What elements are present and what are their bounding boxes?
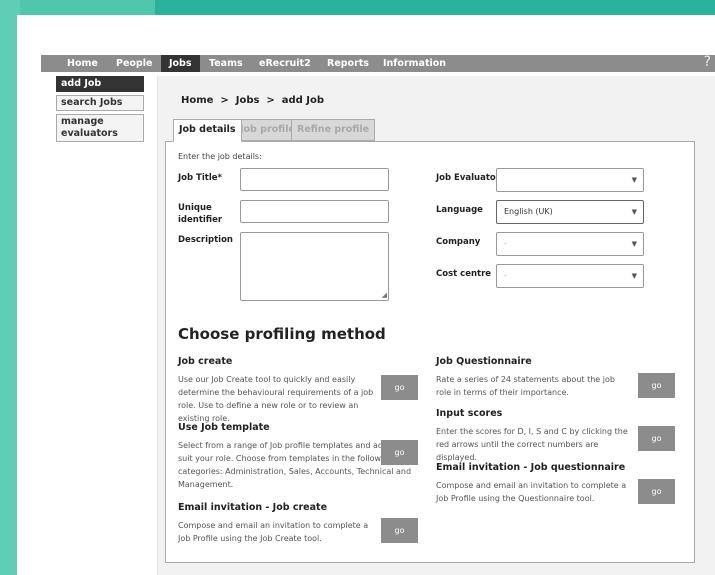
tab-job-details[interactable]: Job details	[173, 119, 242, 142]
language-label: Language	[436, 205, 483, 215]
top-nav: Home People Jobs Teams eRecruit2 Reports…	[41, 52, 715, 72]
chevron-down-icon: ▼	[631, 240, 637, 248]
method-title-job-create: Job create	[178, 356, 233, 367]
go-button-job-questionnaire[interactable]: go	[638, 373, 675, 398]
unique-identifier-label: Unique identifier	[178, 203, 223, 225]
tab-refine-profile[interactable]: Refine profile	[291, 119, 376, 141]
sidebar: add Job search Jobs manage evaluators	[56, 76, 144, 145]
go-button-job-template[interactable]: go	[381, 440, 418, 465]
description-textarea[interactable]: ◢	[240, 232, 389, 301]
profiling-heading: Choose profiling method	[178, 325, 386, 343]
company-label: Company	[436, 237, 481, 247]
job-title-input[interactable]	[240, 168, 389, 191]
nav-jobs[interactable]: Jobs	[161, 55, 200, 72]
cost-centre-select[interactable]: - ▼	[496, 264, 644, 288]
sidebar-item-manage-evaluators[interactable]: manage evaluators	[56, 114, 144, 142]
method-title-job-template: Use Job template	[178, 422, 270, 433]
help-icon[interactable]: ?	[704, 52, 711, 72]
method-title-email-questionnaire: Email invitation - Job questionnaire	[436, 462, 626, 473]
nav-reports[interactable]: Reports	[327, 55, 369, 72]
description-label: Description	[178, 235, 233, 245]
cost-centre-label: Cost centre	[436, 269, 492, 279]
go-button-input-scores[interactable]: go	[638, 426, 675, 451]
company-value: -	[504, 239, 507, 248]
breadcrumb: Home > Jobs > add Job	[181, 95, 325, 106]
nav-information[interactable]: Information	[383, 55, 446, 72]
form-intro: Enter the job details:	[178, 152, 262, 161]
method-desc-job-create: Use our Job Create tool to quickly and e…	[178, 375, 374, 423]
job-evaluator-select[interactable]: ▼	[496, 168, 644, 192]
nav-teams[interactable]: Teams	[209, 55, 243, 72]
nav-erecruit2[interactable]: eRecruit2	[259, 55, 311, 72]
method-desc-email-job-create: Compose and email an invitation to compl…	[178, 521, 369, 543]
language-select[interactable]: English (UK) ▼	[496, 200, 644, 224]
method-desc-email-questionnaire: Compose and email an invitation to compl…	[436, 481, 627, 503]
cost-centre-value: -	[504, 271, 507, 280]
language-value: English (UK)	[504, 207, 553, 216]
go-button-job-create[interactable]: go	[381, 375, 418, 400]
sidebar-item-add-job[interactable]: add Job	[56, 76, 144, 92]
nav-people[interactable]: People	[116, 55, 152, 72]
background-band-top	[155, 0, 715, 16]
method-desc-input-scores: Enter the scores for D, I, S and C by cl…	[436, 427, 628, 462]
nav-home[interactable]: Home	[67, 55, 98, 72]
method-desc-job-questionnaire: Rate a series of 24 statements about the…	[436, 375, 615, 397]
go-button-email-questionnaire[interactable]: go	[638, 479, 675, 504]
method-desc-job-template: Select from a range of Job profile templ…	[178, 441, 412, 489]
chevron-down-icon: ▼	[631, 176, 637, 184]
method-title-email-job-create: Email invitation - Job create	[178, 502, 328, 513]
company-select[interactable]: - ▼	[496, 232, 644, 256]
go-button-email-job-create[interactable]: go	[381, 518, 418, 543]
job-title-label: Job Title*	[178, 173, 222, 183]
unique-identifier-input[interactable]	[240, 200, 389, 223]
method-title-job-questionnaire: Job Questionnaire	[436, 356, 532, 367]
method-title-input-scores: Input scores	[436, 408, 503, 419]
sidebar-item-search-jobs[interactable]: search Jobs	[56, 95, 144, 111]
job-evaluator-label: Job Evaluator	[436, 173, 500, 183]
resize-grip-icon[interactable]: ◢	[382, 292, 387, 299]
chevron-down-icon: ▼	[631, 208, 637, 216]
chevron-down-icon: ▼	[631, 272, 637, 280]
